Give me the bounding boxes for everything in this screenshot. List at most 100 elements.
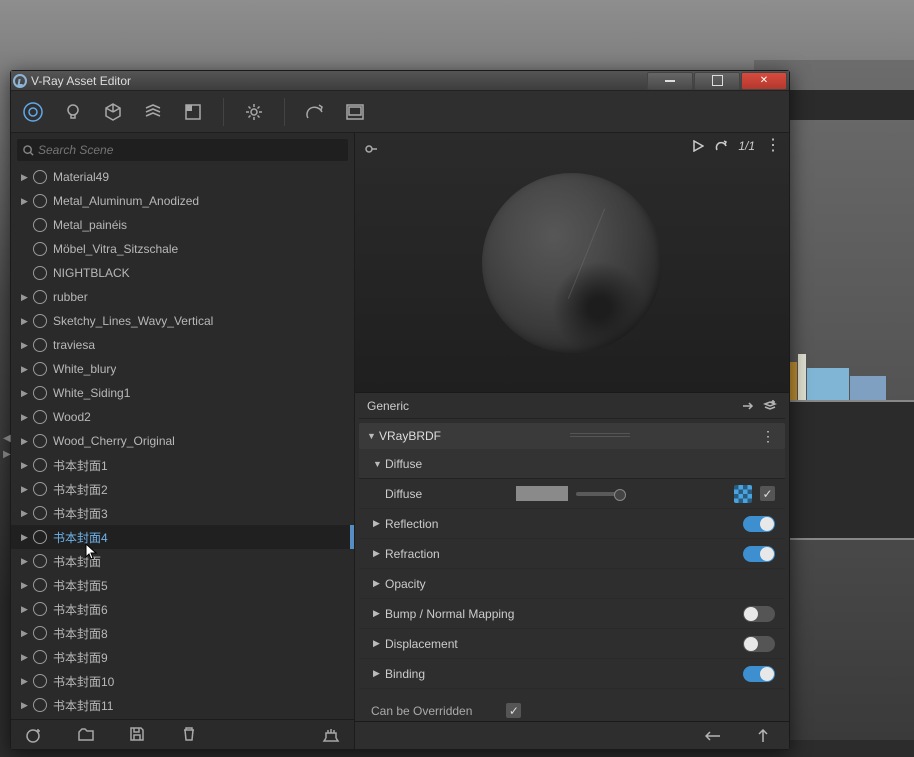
material-name: rubber bbox=[53, 290, 88, 304]
minimize-button[interactable] bbox=[647, 72, 693, 90]
material-item[interactable]: ▶书本封面5 bbox=[11, 573, 354, 597]
material-item[interactable]: ▶NIGHTBLACK bbox=[11, 261, 354, 285]
section-toggle[interactable] bbox=[743, 516, 775, 532]
expand-icon[interactable]: ▶ bbox=[21, 484, 31, 495]
frame-buffer-button[interactable] bbox=[343, 100, 367, 124]
expand-icon[interactable]: ▶ bbox=[21, 196, 31, 207]
section-diffuse[interactable]: ▼Diffuse bbox=[359, 449, 785, 479]
diffuse-texture-toggle[interactable] bbox=[760, 486, 775, 501]
panel-collapse-handle[interactable]: ◀▶ bbox=[3, 433, 10, 461]
add-layer-icon[interactable] bbox=[755, 399, 777, 413]
diffuse-color-swatch[interactable] bbox=[516, 486, 568, 501]
preview-pin-button[interactable] bbox=[363, 141, 379, 157]
expand-icon[interactable]: ▶ bbox=[21, 436, 31, 447]
brdf-menu-button[interactable]: ⋮ bbox=[759, 428, 777, 445]
section-bump-normal-mapping[interactable]: ▶Bump / Normal Mapping bbox=[359, 599, 785, 629]
override-checkbox[interactable] bbox=[506, 703, 521, 718]
expand-icon[interactable]: ▶ bbox=[21, 604, 31, 615]
expand-icon[interactable]: ▶ bbox=[21, 700, 31, 711]
material-item[interactable]: ▶书本封面4 bbox=[11, 525, 354, 549]
material-item[interactable]: ▶书本封面1 bbox=[11, 453, 354, 477]
drag-handle-icon[interactable] bbox=[570, 433, 630, 439]
expand-icon[interactable]: ▶ bbox=[21, 652, 31, 663]
material-tree[interactable]: ▶Material49▶Metal_Aluminum_Anodized▶Meta… bbox=[11, 165, 354, 719]
delete-button[interactable] bbox=[181, 726, 199, 744]
material-item[interactable]: ▶书本封面6 bbox=[11, 597, 354, 621]
material-swatch-icon bbox=[33, 170, 47, 184]
settings-button[interactable] bbox=[242, 100, 266, 124]
add-material-button[interactable] bbox=[25, 726, 43, 744]
material-item[interactable]: ▶Sketchy_Lines_Wavy_Vertical bbox=[11, 309, 354, 333]
render-button[interactable] bbox=[303, 100, 327, 124]
material-name: 书本封面 bbox=[53, 553, 101, 570]
expand-icon[interactable]: ▶ bbox=[21, 628, 31, 639]
material-item[interactable]: ▶书本封面3 bbox=[11, 501, 354, 525]
brdf-section[interactable]: ▼ VRayBRDF ⋮ bbox=[359, 423, 785, 449]
maximize-button[interactable] bbox=[694, 72, 740, 90]
material-item[interactable]: ▶ rubber bbox=[11, 285, 354, 309]
section-toggle[interactable] bbox=[743, 636, 775, 652]
material-swatch-icon bbox=[33, 338, 47, 352]
expand-icon[interactable]: ▶ bbox=[21, 508, 31, 519]
preview-play-button[interactable] bbox=[692, 140, 704, 152]
expand-icon[interactable]: ▶ bbox=[21, 412, 31, 423]
section-displacement[interactable]: ▶Displacement bbox=[359, 629, 785, 659]
expand-icon[interactable]: ▶ bbox=[21, 172, 31, 183]
material-item[interactable]: ▶书本封面2 bbox=[11, 477, 354, 501]
section-refraction[interactable]: ▶Refraction bbox=[359, 539, 785, 569]
material-item[interactable]: ▶ Metal_Aluminum_Anodized bbox=[11, 189, 354, 213]
geometry-tab[interactable] bbox=[101, 100, 125, 124]
expand-icon[interactable]: ▶ bbox=[21, 340, 31, 351]
material-item[interactable]: ▶书本封面10 bbox=[11, 669, 354, 693]
purge-button[interactable] bbox=[322, 726, 340, 744]
material-name: Metal_Aluminum_Anodized bbox=[53, 194, 199, 208]
expand-icon[interactable]: ▶ bbox=[21, 460, 31, 471]
expand-icon[interactable]: ▶ bbox=[21, 532, 31, 543]
material-item[interactable]: ▶White_Siding1 bbox=[11, 381, 354, 405]
section-toggle[interactable] bbox=[743, 546, 775, 562]
expand-icon[interactable]: ▶ bbox=[21, 676, 31, 687]
titlebar[interactable]: V-Ray Asset Editor bbox=[11, 71, 789, 91]
preview-menu-button[interactable]: ⋮ bbox=[765, 141, 781, 151]
expand-icon[interactable]: ▶ bbox=[21, 316, 31, 327]
material-name: NIGHTBLACK bbox=[53, 266, 130, 280]
expand-icon[interactable]: ▶ bbox=[21, 364, 31, 375]
texture-tab[interactable] bbox=[181, 100, 205, 124]
expand-icon[interactable]: ▶ bbox=[21, 580, 31, 591]
up-button[interactable] bbox=[757, 729, 769, 743]
material-item[interactable]: ▶书本封面8 bbox=[11, 621, 354, 645]
section-reflection[interactable]: ▶Reflection bbox=[359, 509, 785, 539]
material-item[interactable]: ▶书本封面9 bbox=[11, 645, 354, 669]
diffuse-texture-slot[interactable] bbox=[734, 485, 752, 503]
close-button[interactable] bbox=[741, 72, 787, 90]
import-button[interactable] bbox=[77, 726, 95, 744]
material-item[interactable]: ▶Möbel_Vitra_Sitzschale bbox=[11, 237, 354, 261]
back-button[interactable] bbox=[705, 730, 721, 742]
material-swatch-icon bbox=[33, 674, 47, 688]
material-item[interactable]: ▶ 书本封面 bbox=[11, 549, 354, 573]
lights-tab[interactable] bbox=[61, 100, 85, 124]
material-item[interactable]: ▶Metal_painéis bbox=[11, 213, 354, 237]
expand-icon[interactable]: ▶ bbox=[21, 388, 31, 399]
search-field[interactable] bbox=[17, 139, 348, 161]
section-toggle[interactable] bbox=[743, 666, 775, 682]
go-to-parent-icon[interactable] bbox=[733, 399, 755, 413]
save-button[interactable] bbox=[129, 726, 147, 744]
material-item[interactable]: ▶Material49 bbox=[11, 165, 354, 189]
material-item[interactable]: ▶traviesa bbox=[11, 333, 354, 357]
materials-tab[interactable] bbox=[21, 100, 45, 124]
material-item[interactable]: ▶White_blury bbox=[11, 357, 354, 381]
preview-render-button[interactable] bbox=[714, 139, 728, 153]
material-item[interactable]: ▶Wood_Cherry_Original bbox=[11, 429, 354, 453]
section-toggle[interactable] bbox=[743, 606, 775, 622]
section-opacity[interactable]: ▶Opacity bbox=[359, 569, 785, 599]
material-item[interactable]: ▶Wood2 bbox=[11, 405, 354, 429]
search-input[interactable] bbox=[38, 143, 342, 157]
section-binding[interactable]: ▶Binding bbox=[359, 659, 785, 689]
brdf-label: VRayBRDF bbox=[379, 429, 441, 443]
expand-icon[interactable]: ▶ bbox=[21, 556, 31, 567]
diffuse-slider[interactable] bbox=[576, 492, 624, 496]
material-item[interactable]: ▶书本封面11 bbox=[11, 693, 354, 717]
expand-icon[interactable]: ▶ bbox=[21, 292, 31, 303]
render-elements-tab[interactable] bbox=[141, 100, 165, 124]
